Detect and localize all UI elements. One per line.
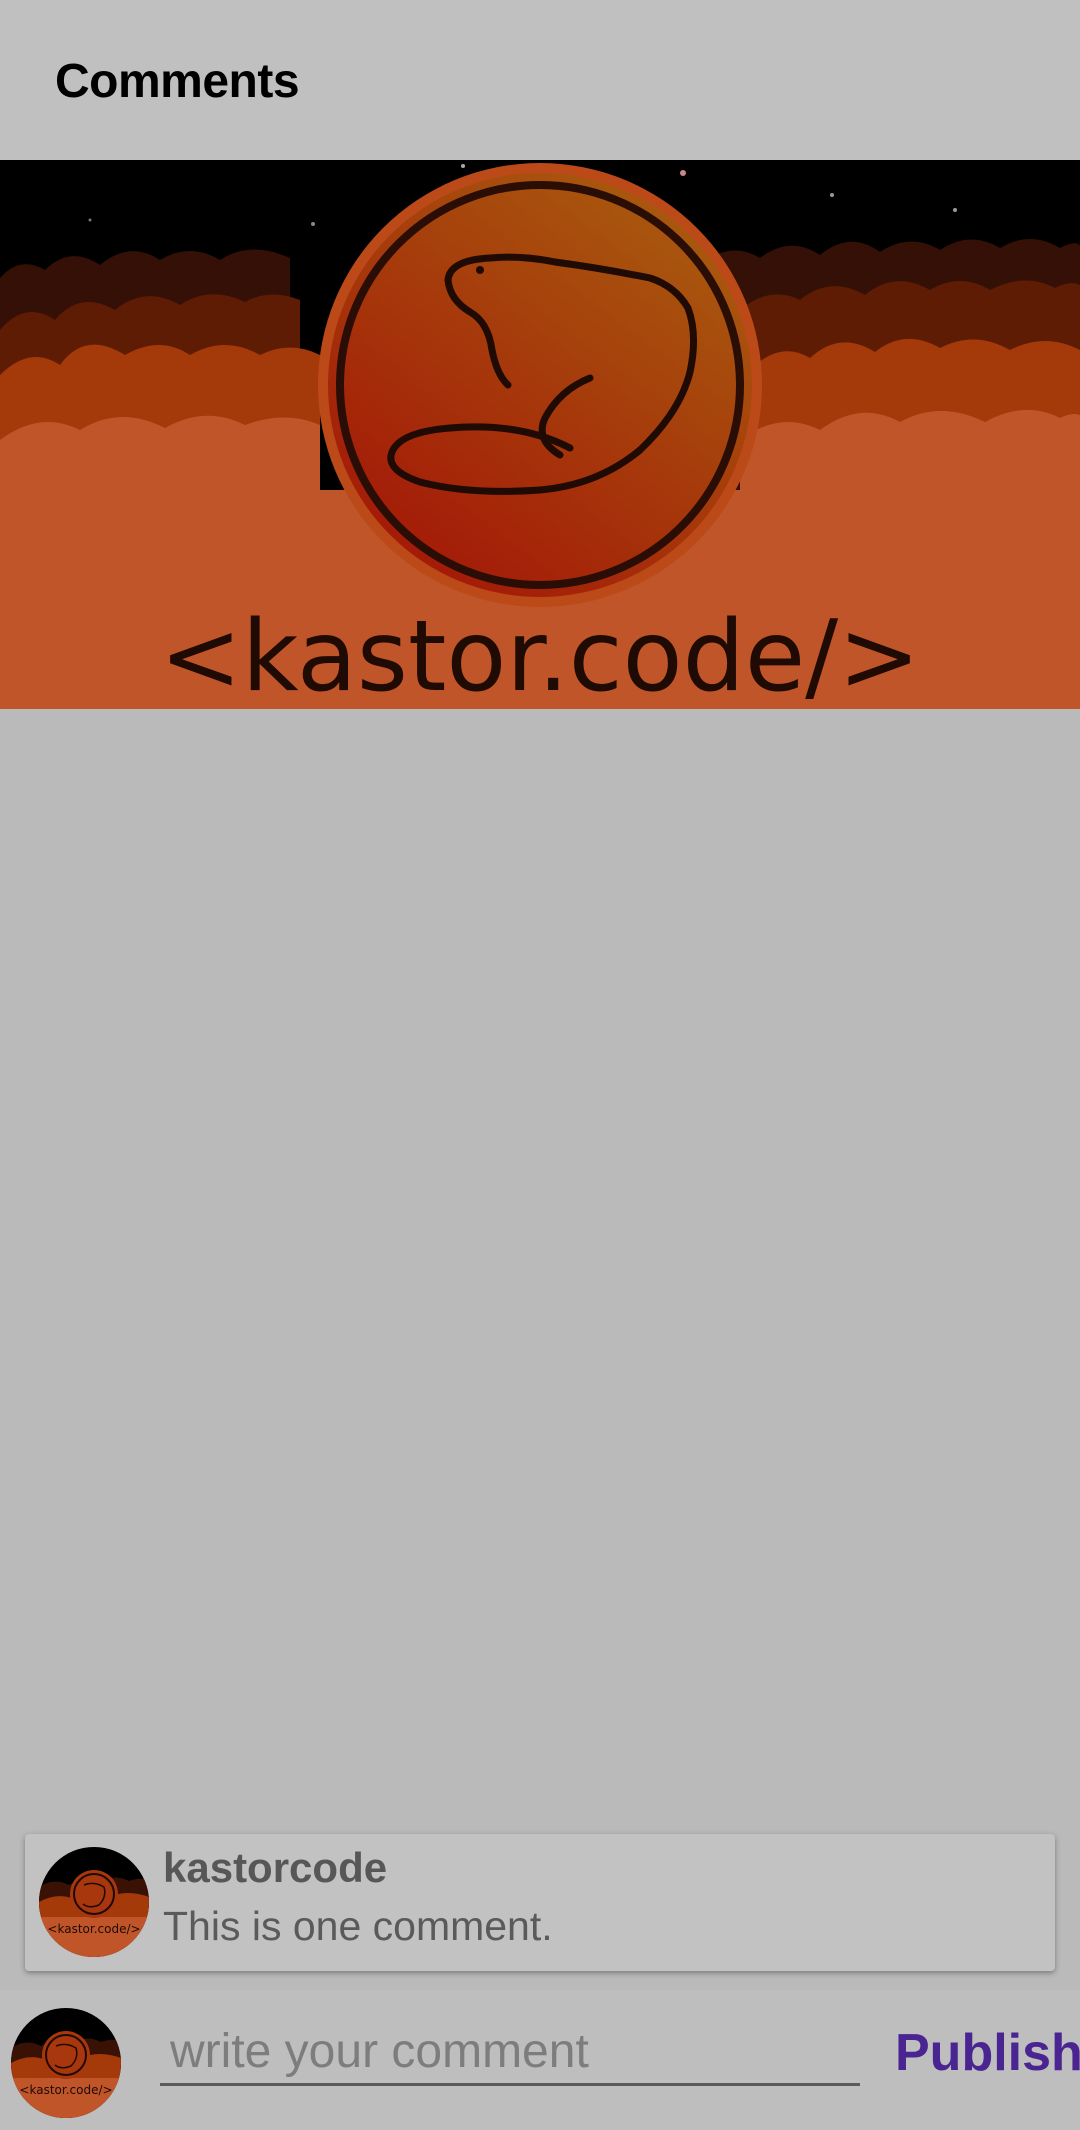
banner-logo-text: <kastor.code/> (160, 600, 921, 709)
avatar-logo-text: <kastor.code/> (47, 1922, 140, 1936)
avatar: <kastor.code/> (39, 1847, 149, 1957)
comments-list-area (0, 709, 1080, 1834)
page-title: Comments (55, 55, 300, 108)
comment-text: This is one comment. (163, 1903, 553, 1949)
comment-input[interactable] (160, 2020, 860, 2086)
comment-card: <kastor.code/> kastorcode This is one co… (25, 1834, 1055, 1971)
avatar-logo-text: <kastor.code/> (19, 2083, 112, 2097)
app-bar: Comments (0, 0, 1080, 160)
banner-image: <kastor.code/> (0, 160, 1080, 709)
user-avatar: <kastor.code/> (11, 2008, 121, 2118)
publish-button[interactable]: Publish (895, 2018, 1080, 2088)
comment-author: kastorcode (163, 1844, 388, 1891)
comment-composer: <kastor.code/> Publish (0, 1990, 1080, 2130)
